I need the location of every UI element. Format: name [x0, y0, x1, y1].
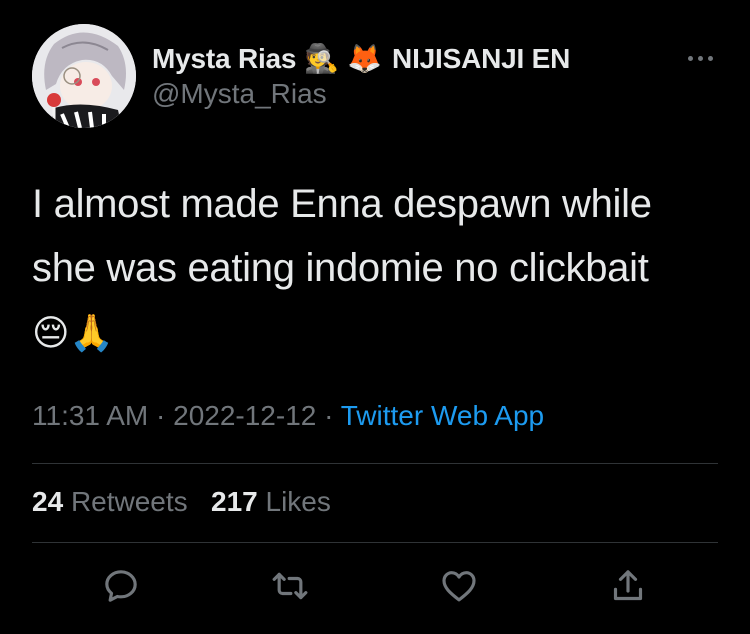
tweet-text: I almost made Enna despawn while she was…	[32, 172, 722, 365]
author-handle[interactable]: @Mysta_Rias	[152, 78, 327, 110]
retweets-stat[interactable]: 24 Retweets	[32, 486, 188, 517]
action-bar	[0, 560, 750, 612]
heart-icon	[442, 571, 476, 602]
source-link[interactable]: Twitter Web App	[341, 400, 544, 431]
avatar[interactable]	[32, 24, 136, 128]
more-options-icon[interactable]	[684, 48, 716, 68]
author-name-row: Mysta Rias 🕵️ 🦊 NIJISANJI EN	[152, 40, 570, 78]
engagement-stats: 24 Retweets 217 Likes	[32, 486, 331, 518]
avatar-image	[32, 24, 136, 128]
tweet-metadata: 11:31 AM · 2022-12-12 · Twitter Web App	[32, 400, 544, 432]
tweet-time[interactable]: 11:31 AM	[32, 400, 148, 431]
meta-separator: ·	[156, 400, 166, 431]
likes-count: 217	[211, 486, 258, 517]
fox-emoji-icon: 🦊	[347, 43, 383, 74]
tweet-date[interactable]: 2022-12-12	[173, 400, 316, 431]
reply-button[interactable]	[95, 560, 147, 612]
detective-emoji-icon: 🕵️	[304, 43, 340, 74]
tweet-body: I almost made Enna despawn while she was…	[32, 182, 652, 290]
share-button[interactable]	[602, 560, 654, 612]
share-icon	[613, 570, 643, 601]
retweets-label: Retweets	[70, 486, 188, 517]
divider	[32, 542, 718, 543]
divider	[32, 463, 718, 464]
retweets-count: 24	[32, 486, 64, 517]
likes-label: Likes	[265, 486, 331, 517]
reply-icon	[105, 570, 137, 602]
affiliation-label: NIJISANJI EN	[392, 43, 571, 74]
retweet-button[interactable]	[264, 560, 316, 612]
display-name[interactable]: Mysta Rias	[152, 43, 296, 75]
likes-stat[interactable]: 217 Likes	[211, 486, 331, 517]
retweet-icon	[272, 572, 308, 600]
meta-separator: ·	[324, 400, 334, 431]
tweet-emojis: 😔🙏	[32, 312, 114, 353]
like-button[interactable]	[433, 560, 485, 612]
